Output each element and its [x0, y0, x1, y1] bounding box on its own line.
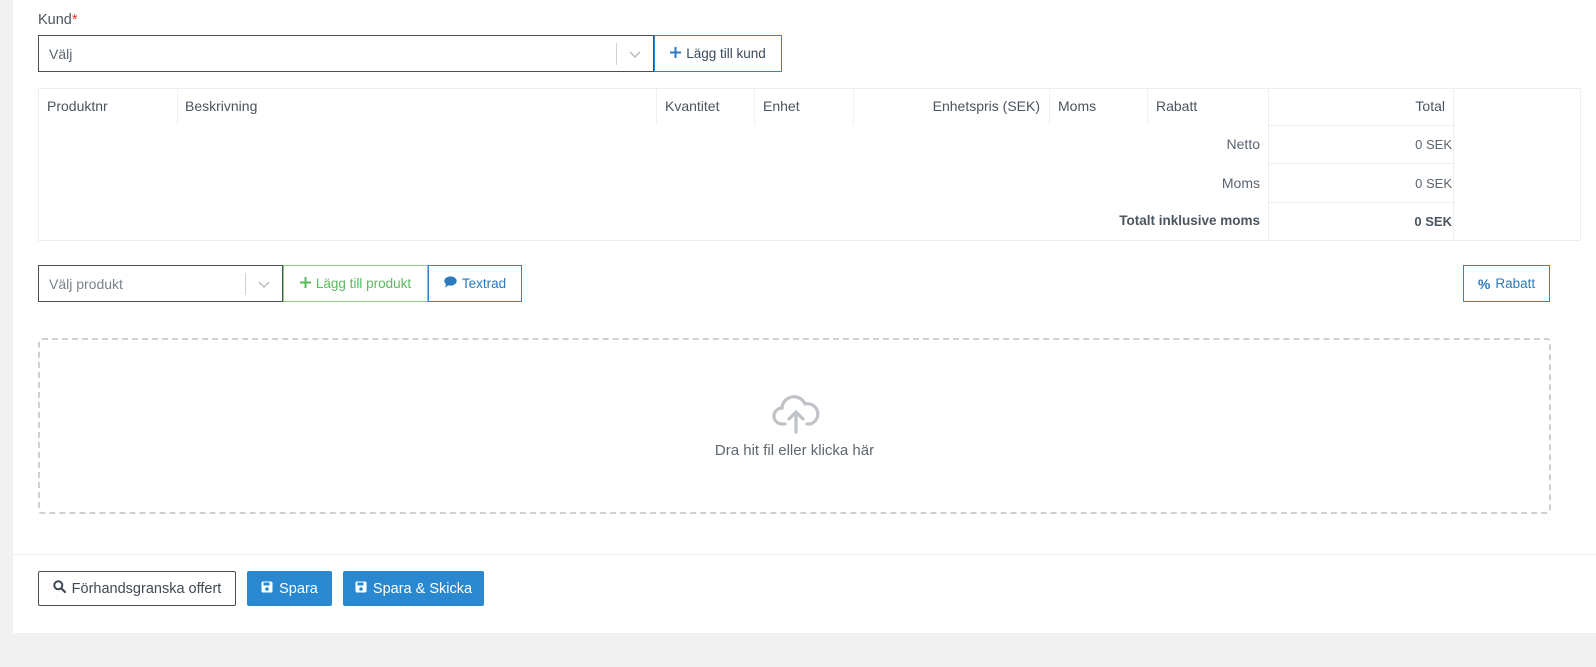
comment-icon: [444, 276, 457, 291]
save-and-send-button[interactable]: Spara & Skicka: [343, 571, 484, 606]
summary-value-netto: 0 SEK: [1415, 137, 1452, 152]
plus-icon: [299, 276, 311, 291]
footer-divider: [13, 554, 1596, 555]
save-button[interactable]: Spara: [247, 571, 332, 606]
summary-label-moms: Moms: [1221, 175, 1260, 191]
add-product-button[interactable]: Lägg till produkt: [283, 265, 428, 302]
column-divider: [656, 89, 657, 125]
add-product-label: Lägg till produkt: [315, 276, 412, 291]
preview-quote-label: Förhandsgranska offert: [71, 580, 222, 597]
header-enhet: Enhet: [763, 98, 800, 114]
customer-select[interactable]: Välj: [38, 35, 654, 72]
save-label: Spara: [279, 580, 318, 597]
preview-quote-button[interactable]: Förhandsgranska offert: [38, 571, 236, 606]
header-beskrivning: Beskrivning: [185, 98, 258, 114]
save-and-send-label: Spara & Skicka: [372, 580, 473, 597]
add-customer-label: Lägg till kund: [686, 46, 766, 61]
floppy-disk-icon: [355, 581, 367, 597]
items-table: Produktnr Beskrivning Kvantitet Enhet En…: [38, 88, 1581, 241]
product-select[interactable]: Välj produkt: [38, 265, 283, 302]
column-divider: [754, 89, 755, 125]
column-divider: [177, 89, 178, 125]
header-enhetspris: Enhetspris (SEK): [932, 98, 1040, 114]
header-rabatt: Rabatt: [1156, 98, 1198, 114]
page-gutter: [0, 0, 13, 667]
chevron-down-icon[interactable]: [246, 277, 282, 291]
header-total: Total: [1415, 98, 1445, 114]
column-divider: [853, 89, 854, 125]
file-dropzone[interactable]: Dra hit fil eller klicka här: [38, 338, 1551, 514]
product-select-placeholder: Välj produkt: [49, 275, 123, 292]
summary-label-netto: Netto: [1226, 136, 1260, 152]
row-divider: [1269, 163, 1455, 164]
text-row-button[interactable]: Textrad: [428, 265, 522, 302]
row-divider: [1269, 125, 1455, 126]
customer-select-value: Välj: [49, 45, 73, 62]
header-kvantitet: Kvantitet: [665, 98, 720, 114]
summary-value-moms: 0 SEK: [1415, 176, 1452, 191]
chevron-down-icon[interactable]: [617, 47, 653, 61]
floppy-disk-icon: [261, 581, 273, 597]
search-icon: [52, 580, 66, 597]
add-customer-button[interactable]: Lägg till kund: [654, 35, 782, 72]
plus-icon: [670, 46, 682, 61]
column-divider: [1049, 89, 1050, 125]
column-divider: [1147, 89, 1148, 125]
summary-value-total: 0 SEK: [1414, 214, 1452, 229]
cloud-upload-icon: [772, 394, 820, 437]
required-mark: *: [71, 12, 78, 28]
dropzone-text: Dra hit fil eller klicka här: [714, 442, 875, 459]
header-moms: Moms: [1058, 98, 1097, 114]
header-produktnr: Produktnr: [47, 98, 108, 114]
customer-label: Kund*: [38, 12, 78, 28]
discount-label: Rabatt: [1495, 276, 1536, 291]
percent-icon: %: [1477, 275, 1491, 292]
discount-button[interactable]: % Rabatt: [1463, 265, 1550, 302]
text-row-label: Textrad: [461, 276, 507, 291]
summary-label-total: Totalt inklusive moms: [1119, 213, 1260, 228]
row-divider: [1269, 202, 1455, 203]
